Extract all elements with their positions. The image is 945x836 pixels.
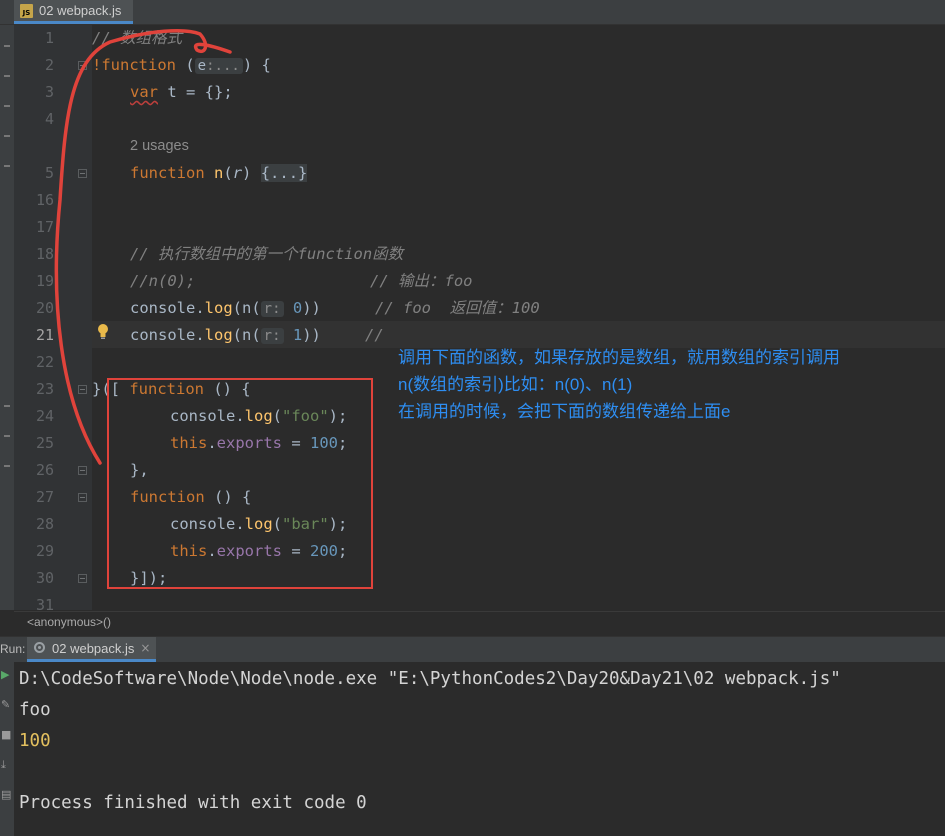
console-exit-message: Process finished with exit code 0 <box>19 793 367 813</box>
stop-icon[interactable]: ■ <box>1 728 11 741</box>
close-icon[interactable]: × <box>140 641 150 655</box>
run-tab[interactable]: 02 webpack.js × <box>27 637 157 662</box>
breadcrumb-bar <box>14 611 945 636</box>
run-label: Run: <box>0 642 26 656</box>
annotation-text-2: n(数组的索引)比如：n(0)、n(1) <box>398 375 633 394</box>
annotation-text-3: 在调用的时候，会把下面的数组传递给上面e <box>398 402 731 421</box>
scroll-down-icon[interactable]: ⤓ <box>1 758 6 772</box>
console-command: D:\CodeSoftware\Node\Node\node.exe "E:\P… <box>19 669 841 689</box>
run-icon[interactable]: ▶ <box>1 668 9 681</box>
run-tab-label: 02 webpack.js <box>52 640 135 656</box>
wrench-icon[interactable]: ✎ <box>1 698 10 711</box>
console-output-line: 100 <box>19 731 51 751</box>
print-icon[interactable]: ▤ <box>1 788 11 801</box>
breadcrumb[interactable]: <anonymous>() <box>27 615 111 629</box>
annotation-text-1: 调用下面的函数，如果存放的是数组，就用数组的索引调用 <box>398 348 840 367</box>
run-toolbar: ▶ ✎ ■ ⤓ ▤ <box>0 662 14 836</box>
gear-icon <box>33 639 46 658</box>
console-output-line: foo <box>19 700 51 720</box>
